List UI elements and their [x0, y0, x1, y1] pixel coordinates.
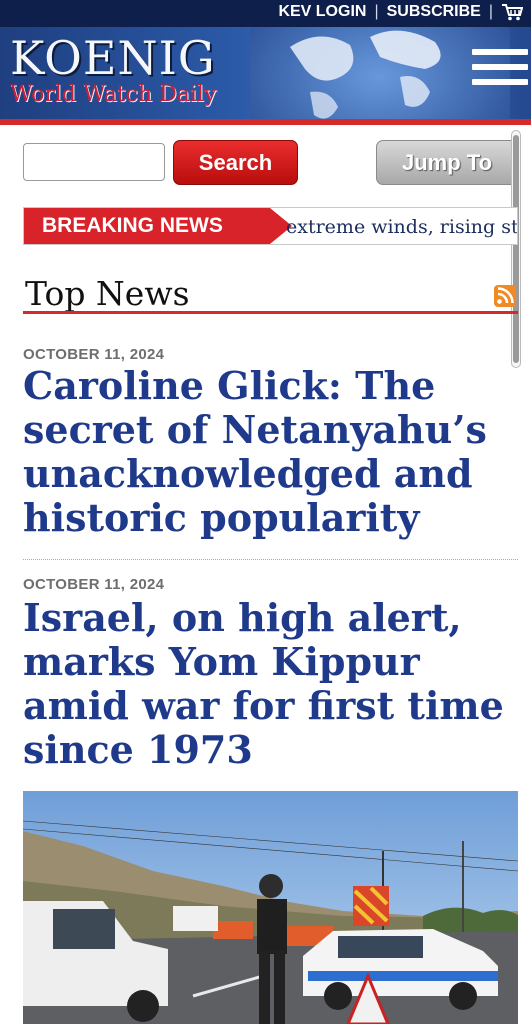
login-link[interactable]: KEV LOGIN: [278, 3, 366, 21]
search-button[interactable]: Search: [173, 140, 298, 185]
logo-subtitle: World Watch Daily: [10, 82, 217, 107]
rss-icon[interactable]: [494, 285, 516, 307]
top-utility-bar: KEV LOGIN | SUBSCRIBE |: [0, 0, 531, 27]
cart-icon[interactable]: [501, 3, 524, 21]
breaking-news-text[interactable]: extreme winds, rising sto: [286, 208, 517, 244]
masthead-divider: [0, 119, 531, 125]
scrollbar[interactable]: [511, 130, 521, 368]
article-headline[interactable]: Israel, on high alert, marks Yom Kippur …: [23, 596, 513, 772]
logo-title: KOENIG: [10, 31, 216, 85]
article-date: OCTOBER 11, 2024: [23, 576, 165, 593]
site-logo[interactable]: KOENIG World Watch Daily: [10, 35, 216, 107]
search-input[interactable]: [23, 143, 165, 181]
article-divider: [23, 559, 518, 560]
hamburger-menu-icon[interactable]: [472, 49, 528, 93]
breaking-news-ticker[interactable]: BREAKING NEWS extreme winds, rising sto: [23, 207, 518, 245]
article-date: OCTOBER 11, 2024: [23, 346, 165, 363]
breaking-news-label: BREAKING NEWS: [24, 208, 270, 244]
section-title: Top News: [25, 274, 190, 313]
subscribe-link[interactable]: SUBSCRIBE: [387, 3, 481, 21]
article-headline[interactable]: Caroline Glick: The secret of Netanyahu’…: [23, 364, 513, 540]
jump-to-button[interactable]: Jump To: [376, 140, 518, 185]
separator: |: [488, 3, 493, 20]
globe-graphic: [250, 27, 510, 119]
separator: |: [374, 3, 379, 20]
section-divider: [23, 311, 518, 314]
masthead: KOENIG World Watch Daily: [0, 27, 531, 119]
article-photo[interactable]: [23, 791, 518, 1024]
account-links: KEV LOGIN | SUBSCRIBE |: [278, 3, 524, 21]
scrollbar-thumb[interactable]: [513, 135, 519, 363]
